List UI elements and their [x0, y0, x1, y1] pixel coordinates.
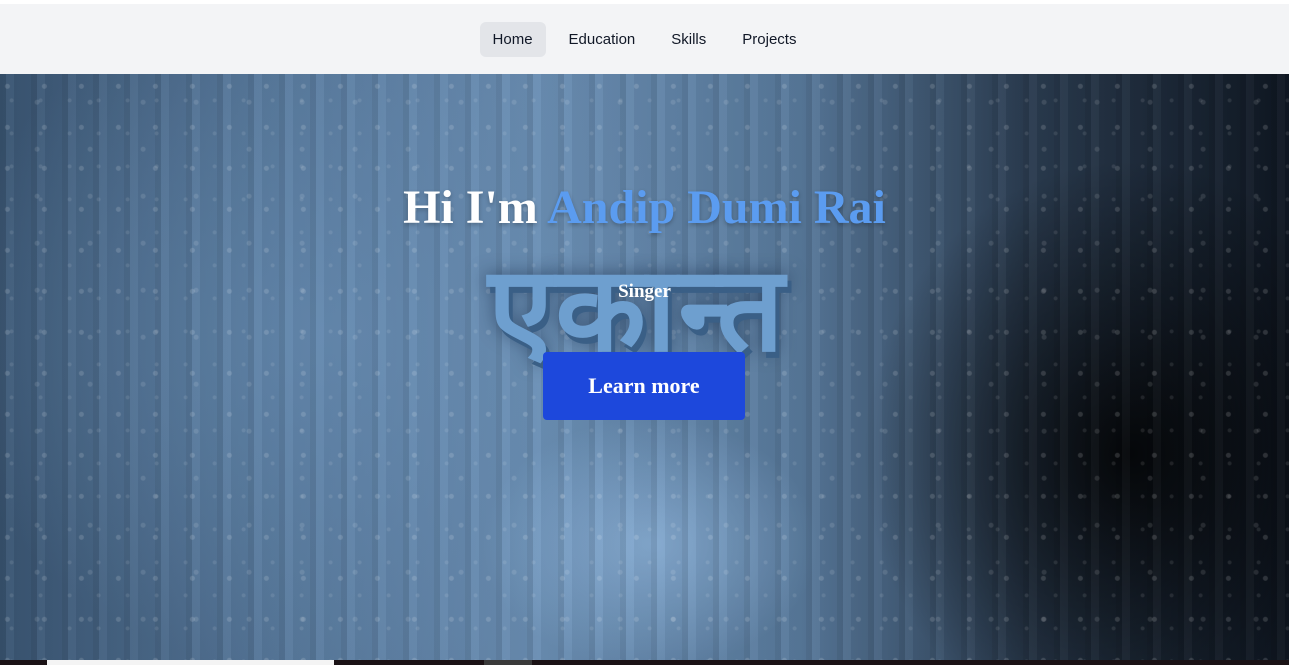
- nav-item-home[interactable]: Home: [479, 21, 546, 57]
- nav-item-projects[interactable]: Projects: [729, 22, 809, 57]
- hero-headline: Hi I'm Andip Dumi Rai: [0, 180, 1289, 235]
- hero-background-word: एकान्त: [488, 240, 787, 378]
- learn-more-button[interactable]: Learn more: [543, 352, 745, 420]
- hero-greeting: Hi I'm: [403, 181, 538, 234]
- bottom-strip-segment: [47, 660, 334, 665]
- nav-item-education[interactable]: Education: [556, 22, 649, 57]
- bottom-strip: [0, 660, 1289, 665]
- hero-subtitle: Singer: [618, 281, 671, 302]
- bottom-strip-segment: [484, 660, 532, 665]
- nav-list: Home Education Skills Projects: [479, 21, 810, 57]
- top-navigation: Home Education Skills Projects: [0, 4, 1289, 74]
- nav-item-skills[interactable]: Skills: [658, 22, 719, 57]
- hero-name: Andip Dumi Rai: [547, 181, 886, 234]
- hero-section: एकान्त Hi I'm Andip Dumi Rai Singer Lear…: [0, 74, 1289, 665]
